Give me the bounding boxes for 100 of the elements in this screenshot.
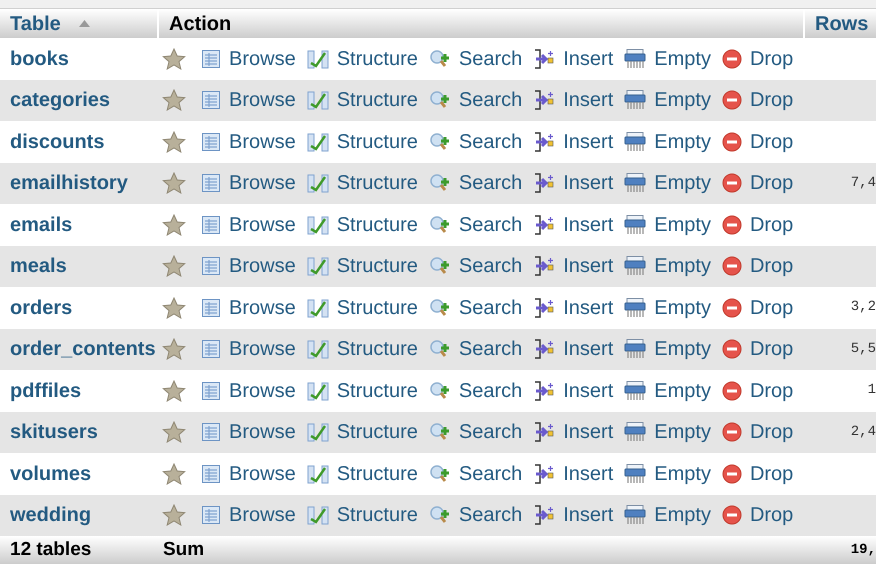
action-link[interactable]: Drop (750, 85, 794, 116)
action-link[interactable]: Empty (654, 458, 711, 489)
table-name-link[interactable]: emailhistory (10, 172, 128, 194)
star-icon[interactable] (162, 172, 186, 194)
action-link[interactable]: Search (458, 500, 522, 530)
action-link[interactable]: Insert (563, 44, 614, 74)
action-link[interactable]: Browse (229, 251, 296, 282)
action-link[interactable]: Drop (750, 168, 794, 198)
action-link[interactable]: Insert (563, 376, 614, 406)
star-icon[interactable] (162, 214, 186, 236)
action-link[interactable]: Empty (654, 292, 711, 323)
action-link[interactable]: Search (458, 85, 522, 116)
action-link[interactable]: Empty (654, 500, 711, 530)
star-icon[interactable] (162, 504, 186, 526)
action-link[interactable]: Search (458, 334, 522, 364)
action-link[interactable]: Structure (336, 417, 418, 448)
action-link[interactable]: Browse (229, 292, 296, 323)
column-header[interactable]: Rows (810, 8, 874, 38)
action-link[interactable]: Structure (336, 500, 418, 530)
action-link[interactable]: Structure (336, 376, 418, 406)
action-link[interactable]: Insert (563, 251, 614, 282)
action-link[interactable]: Browse (229, 44, 296, 74)
action-link[interactable]: Insert (563, 417, 614, 448)
table-name-link[interactable]: order_contents (10, 338, 156, 360)
action-link[interactable]: Search (458, 376, 522, 406)
star-icon[interactable] (162, 380, 186, 402)
action-link[interactable]: Structure (336, 126, 418, 157)
action-link[interactable]: Empty (654, 251, 711, 282)
action-link[interactable]: Browse (229, 376, 296, 406)
table-name-link[interactable]: books (10, 48, 69, 70)
action-link[interactable]: Drop (750, 44, 794, 74)
action-link[interactable]: Empty (654, 126, 711, 157)
action-link[interactable]: Empty (654, 168, 711, 198)
action-link[interactable]: Structure (336, 44, 418, 74)
action-link[interactable]: Search (458, 251, 522, 282)
action-link[interactable]: Insert (563, 292, 614, 323)
action-link[interactable]: Search (458, 458, 522, 489)
star-icon[interactable] (162, 255, 186, 278)
action-link[interactable]: Browse (229, 126, 296, 157)
action-link[interactable]: Drop (750, 376, 794, 406)
table-name-link[interactable]: discounts (10, 130, 104, 153)
action-link[interactable]: Empty (654, 44, 711, 74)
star-icon[interactable] (162, 48, 186, 70)
action-link[interactable]: Browse (229, 210, 296, 240)
action-link[interactable]: Search (458, 210, 522, 240)
star-icon[interactable] (162, 296, 186, 319)
table-name-link[interactable]: pdffiles (10, 380, 82, 402)
action-link[interactable]: Browse (229, 458, 296, 489)
action-link[interactable]: Browse (229, 500, 296, 530)
column-header[interactable]: Table (5, 8, 71, 38)
action-link[interactable]: Browse (229, 168, 296, 198)
action-link[interactable]: Empty (654, 417, 711, 448)
action-link[interactable]: Search (458, 417, 522, 448)
action-link[interactable]: Empty (654, 85, 711, 116)
action-link[interactable]: Insert (563, 210, 614, 240)
action-link[interactable]: Structure (336, 251, 418, 282)
action-link[interactable]: Insert (563, 334, 614, 364)
action-link[interactable]: Structure (336, 168, 418, 198)
sort-arrow-icon[interactable] (78, 20, 90, 27)
table-name-link[interactable]: emails (10, 214, 72, 236)
row-count: 7,4 (850, 174, 876, 193)
action-link[interactable]: Drop (750, 500, 794, 530)
action-link[interactable]: Drop (750, 126, 794, 157)
action-link[interactable]: Insert (563, 168, 614, 198)
action-link[interactable]: Structure (336, 292, 418, 323)
star-icon[interactable] (162, 338, 186, 360)
action-link[interactable]: Structure (336, 458, 418, 489)
action-link[interactable]: Structure (336, 210, 418, 240)
star-icon[interactable] (162, 130, 186, 153)
table-name-link[interactable]: volumes (10, 462, 92, 485)
table-name-link[interactable]: meals (10, 255, 67, 278)
action-link[interactable]: Search (458, 126, 522, 157)
action-link[interactable]: Browse (229, 334, 296, 364)
action-link[interactable]: Browse (229, 85, 296, 116)
action-link[interactable]: Structure (336, 334, 418, 364)
table-name-link[interactable]: orders (10, 296, 72, 319)
action-link[interactable]: Drop (750, 458, 794, 489)
table-name-link[interactable]: skitusers (10, 421, 98, 444)
action-link[interactable]: Insert (563, 85, 614, 116)
star-icon[interactable] (162, 462, 186, 485)
action-link[interactable]: Drop (750, 251, 794, 282)
star-icon[interactable] (162, 421, 186, 444)
action-link[interactable]: Insert (563, 126, 614, 157)
action-link[interactable]: Empty (654, 376, 711, 406)
action-link[interactable]: Search (458, 44, 522, 74)
action-link[interactable]: Insert (563, 500, 614, 530)
table-name-link[interactable]: categories (10, 89, 110, 112)
action-link[interactable]: Drop (750, 210, 794, 240)
action-link[interactable]: Drop (750, 334, 794, 364)
action-link[interactable]: Drop (750, 292, 794, 323)
action-link[interactable]: Search (458, 168, 522, 198)
action-link[interactable]: Structure (336, 85, 418, 116)
table-name-link[interactable]: wedding (10, 504, 92, 526)
star-icon[interactable] (162, 89, 186, 112)
action-link[interactable]: Empty (654, 334, 711, 364)
action-link[interactable]: Insert (563, 458, 614, 489)
action-link[interactable]: Drop (750, 417, 794, 448)
action-link[interactable]: Search (458, 292, 522, 323)
action-link[interactable]: Browse (229, 417, 296, 448)
action-link[interactable]: Empty (654, 210, 711, 240)
